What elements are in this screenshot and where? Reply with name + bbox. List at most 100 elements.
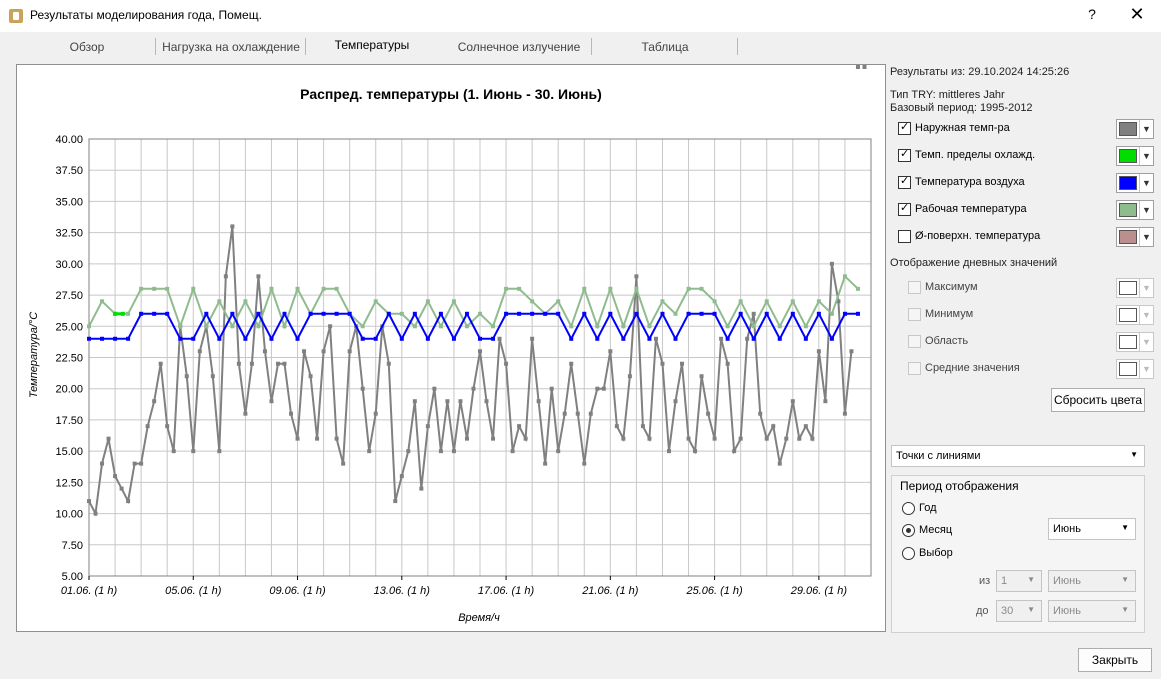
checkbox[interactable] [898,120,911,135]
from-day-dropdown[interactable]: 1 ▼ [996,570,1042,592]
checkbox[interactable] [908,335,921,348]
data-point [478,311,482,316]
close-button[interactable]: Закрыть [1078,648,1152,672]
data-point [621,436,626,441]
color-picker[interactable]: ▼ [1116,332,1154,352]
radio-month[interactable] [902,524,915,537]
data-point [451,449,456,454]
color-picker[interactable]: ▼ [1116,119,1154,139]
data-point [152,311,157,316]
data-point [569,336,574,341]
checkbox[interactable] [908,308,921,321]
data-point [764,299,769,304]
data-point [328,324,333,329]
x-tick-label: 13.06. (1 h) [374,585,431,597]
tab-cooling-load[interactable]: Нагрузка на охлаждение [156,34,306,58]
data-point [777,324,782,329]
y-tick-label: 40.00 [55,134,83,146]
radio-selection[interactable] [902,547,915,560]
tab-table[interactable]: Таблица [592,34,738,58]
data-point [543,461,548,466]
help-button[interactable]: ? [1082,6,1102,26]
y-tick-label: 20.00 [55,384,83,396]
series-toggle-surface-temp[interactable]: Ø-поверхн. температура ▼ [898,227,1158,247]
series-toggle-air-temp[interactable]: Температура воздуха ▼ [898,173,1158,193]
data-point [725,336,730,341]
data-point [764,436,769,441]
data-point [530,336,535,341]
data-point [347,311,352,316]
month-dropdown[interactable]: Июнь ▼ [1048,518,1136,540]
data-point [719,336,724,341]
data-point [419,486,424,491]
to-label: до [976,605,989,617]
data-point [634,311,639,316]
series-toggle-operative-temp[interactable]: Рабочая температура ▼ [898,200,1158,220]
data-point [660,299,665,304]
color-picker[interactable]: ▼ [1116,200,1154,220]
data-point [275,361,280,366]
data-point [100,299,105,304]
plot-style-dropdown[interactable]: Точки с линиями ▼ [891,445,1145,467]
color-picker[interactable]: ▼ [1116,146,1154,166]
data-point [829,261,834,266]
color-swatch [1119,176,1137,190]
checkbox-label: Средние значения [925,362,1020,374]
color-picker[interactable]: ▼ [1116,173,1154,193]
x-tick-label: 17.06. (1 h) [478,585,535,597]
data-point [699,311,704,316]
color-picker[interactable]: ▼ [1116,278,1154,298]
data-point [334,286,339,291]
checkbox[interactable] [908,362,921,375]
data-point [132,461,137,466]
data-point [686,436,691,441]
data-point [445,399,450,404]
data-point [210,374,215,379]
checkbox[interactable] [898,201,911,216]
data-point [693,449,698,454]
data-point [790,299,795,304]
series-toggle-outdoor[interactable]: Наружная темп-ра ▼ [898,119,1158,139]
data-point [549,386,554,391]
checkbox[interactable] [898,174,911,189]
reset-colors-button[interactable]: Сбросить цвета [1051,388,1145,412]
data-point [406,449,411,454]
checkbox[interactable] [908,281,921,294]
color-picker[interactable]: ▼ [1116,305,1154,325]
data-point [438,324,443,329]
data-point [588,411,593,416]
to-month-dropdown[interactable]: Июнь ▼ [1048,600,1136,622]
tab-solar-radiation[interactable]: Солнечное излучение [446,34,592,58]
color-picker[interactable]: ▼ [1116,359,1154,379]
data-point [569,361,574,366]
data-point [608,286,613,291]
daily-toggle-min[interactable]: Минимум ▼ [898,305,1158,325]
from-month-dropdown[interactable]: Июнь ▼ [1048,570,1136,592]
data-point [334,311,339,316]
radio-year[interactable] [902,502,915,515]
tab-overview[interactable]: Обзор [18,34,156,58]
tab-temperatures[interactable]: Температуры [306,34,438,58]
display-period-title: Период отображения [900,479,1019,493]
daily-toggle-max[interactable]: Максимум ▼ [898,278,1158,298]
data-point [686,311,691,316]
color-picker[interactable]: ▼ [1116,227,1154,247]
data-point [621,336,626,341]
daily-toggle-area[interactable]: Область ▼ [898,332,1158,352]
to-day-dropdown[interactable]: 30 ▼ [996,600,1042,622]
data-point [321,349,326,354]
daily-toggle-mean[interactable]: Средние значения ▼ [898,359,1158,379]
x-tick-label: 05.06. (1 h) [165,585,222,597]
data-point [256,324,261,329]
series-toggle-cooling-limits[interactable]: Темп. пределы охлажд. ▼ [898,146,1158,166]
chevron-down-icon: ▼ [1139,306,1153,324]
data-point [699,374,704,379]
checkbox[interactable] [898,230,911,243]
to-month-value: Июнь [1053,605,1081,617]
data-point [621,324,626,329]
checkbox[interactable] [898,147,911,162]
close-window-icon[interactable]: ✕ [1125,4,1149,28]
data-point [699,286,704,291]
data-point [158,361,163,366]
chart-area: 5.00 7.50 10.00 12.50 15.00 17.50 20.00 22.50 25… [16,64,886,632]
